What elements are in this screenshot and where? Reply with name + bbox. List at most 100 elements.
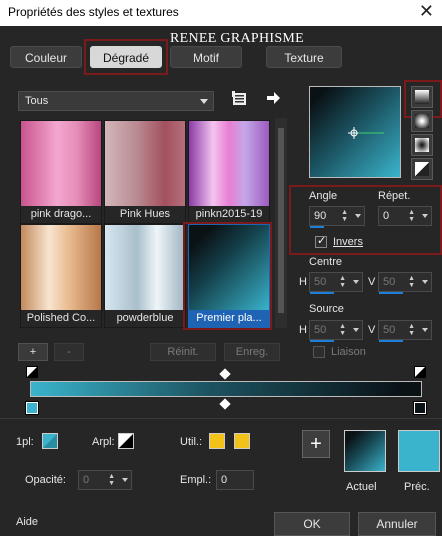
rectangular-gradient-icon[interactable] xyxy=(411,134,433,156)
gradient-name: pink drago... xyxy=(21,206,101,223)
user-color-swatch[interactable] xyxy=(209,433,225,449)
center-h-value: 50 xyxy=(314,276,327,288)
gradient-swatch xyxy=(105,225,185,311)
user-color-swatch-2[interactable] xyxy=(234,433,250,449)
reset-button[interactable]: Réinit. xyxy=(150,343,216,361)
checkmark-icon: ✓ xyxy=(317,235,327,247)
close-icon[interactable]: ✕ xyxy=(419,1,434,22)
opacity-label: Opacité: xyxy=(25,474,66,486)
opacity-midpoint[interactable] xyxy=(219,368,231,380)
gradient-name: Pink Hues xyxy=(105,206,185,223)
radial-gradient-icon[interactable] xyxy=(411,110,433,132)
scrollbar-thumb[interactable] xyxy=(278,128,284,313)
gradient-swatch xyxy=(21,225,101,311)
link-label: Liaison xyxy=(331,346,366,358)
gradient-swatch xyxy=(21,121,101,207)
divider xyxy=(0,418,442,419)
center-v-label: V xyxy=(368,276,376,288)
up-down-icon[interactable]: ▲ ▼ xyxy=(408,209,415,223)
current-label: Actuel xyxy=(346,481,377,493)
source-v-label: V xyxy=(368,324,376,336)
chevron-down-icon[interactable] xyxy=(422,328,428,332)
source-v-slider[interactable] xyxy=(379,340,403,342)
angle-label: Angle xyxy=(309,190,338,202)
gradient-name: Polished Co... xyxy=(21,310,101,327)
location-field[interactable]: 0 xyxy=(216,470,254,490)
previous-label: Préc. xyxy=(404,481,430,493)
up-down-icon[interactable]: ▲ ▼ xyxy=(339,275,346,289)
background-label: Arpl: xyxy=(92,436,115,448)
source-h-slider[interactable] xyxy=(310,340,334,342)
sunburst-gradient-icon[interactable] xyxy=(411,158,433,180)
tab-color[interactable]: Couleur xyxy=(10,46,82,68)
library-icon[interactable] xyxy=(232,91,248,107)
chevron-down-icon xyxy=(200,99,208,104)
location-value: 0 xyxy=(221,474,228,486)
source-label: Source xyxy=(309,303,344,315)
gradient-preview[interactable] xyxy=(309,86,401,178)
gradient-tile[interactable]: pinkn2015-19 xyxy=(188,120,270,224)
tab-texture[interactable]: Texture xyxy=(266,46,342,68)
opacity-stop-end[interactable] xyxy=(414,366,426,378)
gradient-tile[interactable]: powderblue xyxy=(104,224,186,328)
center-v-slider[interactable] xyxy=(379,292,403,294)
previous-swatch[interactable] xyxy=(398,430,440,472)
tab-pattern[interactable]: Motif xyxy=(170,46,242,68)
add-gradient-button[interactable]: + xyxy=(18,343,48,361)
up-down-icon[interactable]: ▲ ▼ xyxy=(408,275,415,289)
chevron-down-icon[interactable] xyxy=(422,280,428,284)
center-v-stepper[interactable]: 50 ▲ ▼ xyxy=(378,272,432,294)
center-h-slider[interactable] xyxy=(310,292,334,294)
gradient-bar[interactable] xyxy=(30,381,422,397)
center-h-label: H xyxy=(299,276,307,288)
source-h-value: 50 xyxy=(314,324,327,336)
gradient-tile[interactable]: Pink Hues xyxy=(104,120,186,224)
add-swatch-button[interactable]: + xyxy=(302,430,330,458)
location-label: Empl.: xyxy=(180,474,212,486)
color-stop-end[interactable] xyxy=(413,401,427,415)
source-h-stepper[interactable]: 50 ▲ ▼ xyxy=(309,320,363,342)
current-swatch[interactable] xyxy=(344,430,386,472)
chevron-down-icon[interactable] xyxy=(353,328,359,332)
chevron-down-icon[interactable] xyxy=(122,478,128,482)
color-midpoint[interactable] xyxy=(219,398,231,410)
arrow-right-icon[interactable] xyxy=(265,90,281,106)
cancel-button[interactable]: Annuler xyxy=(358,512,436,536)
opacity-stop-start[interactable] xyxy=(26,366,38,378)
category-value: Tous xyxy=(25,95,49,107)
ok-button[interactable]: OK xyxy=(274,512,350,536)
first-plan-label: 1pl: xyxy=(16,436,34,448)
link-checkbox[interactable] xyxy=(313,346,325,358)
center-h-stepper[interactable]: 50 ▲ ▼ xyxy=(309,272,363,294)
background-swatch[interactable] xyxy=(118,433,134,449)
opacity-stepper[interactable]: 0 ▲ ▼ xyxy=(78,470,132,490)
source-v-stepper[interactable]: 50 ▲ ▼ xyxy=(378,320,432,342)
chevron-down-icon[interactable] xyxy=(353,280,359,284)
up-down-icon[interactable]: ▲ ▼ xyxy=(108,473,115,487)
gradient-tile[interactable]: Polished Co... xyxy=(20,224,102,328)
gradient-name: powderblue xyxy=(105,310,185,327)
chevron-down-icon[interactable] xyxy=(355,214,361,218)
up-down-icon[interactable]: ▲ ▼ xyxy=(341,209,348,223)
gradient-swatch xyxy=(189,121,269,207)
up-down-icon[interactable]: ▲ ▼ xyxy=(339,323,346,337)
repeat-stepper[interactable]: 0 ▲ ▼ xyxy=(378,206,432,226)
gradient-swatch xyxy=(105,121,185,207)
invert-label: Invers xyxy=(333,236,363,248)
first-plan-swatch[interactable] xyxy=(42,433,58,449)
remove-gradient-button[interactable]: - xyxy=(54,343,84,361)
category-select[interactable]: Tous xyxy=(18,91,214,111)
up-down-icon[interactable]: ▲ ▼ xyxy=(408,323,415,337)
center-v-value: 50 xyxy=(383,276,396,288)
color-stop-start[interactable] xyxy=(25,401,39,415)
angle-slider[interactable] xyxy=(310,226,324,228)
gradient-tile[interactable]: pink drago... xyxy=(20,120,102,224)
invert-checkbox[interactable]: ✓ xyxy=(315,235,327,248)
chevron-down-icon[interactable] xyxy=(422,214,428,218)
source-v-value: 50 xyxy=(383,324,396,336)
gallery-scrollbar[interactable] xyxy=(275,118,287,328)
angle-stepper[interactable]: 90 ▲ ▼ xyxy=(309,206,365,228)
save-gradient-button[interactable]: Enreg. xyxy=(224,343,280,361)
help-button[interactable]: Aide xyxy=(16,516,38,528)
opacity-value: 0 xyxy=(83,474,90,486)
